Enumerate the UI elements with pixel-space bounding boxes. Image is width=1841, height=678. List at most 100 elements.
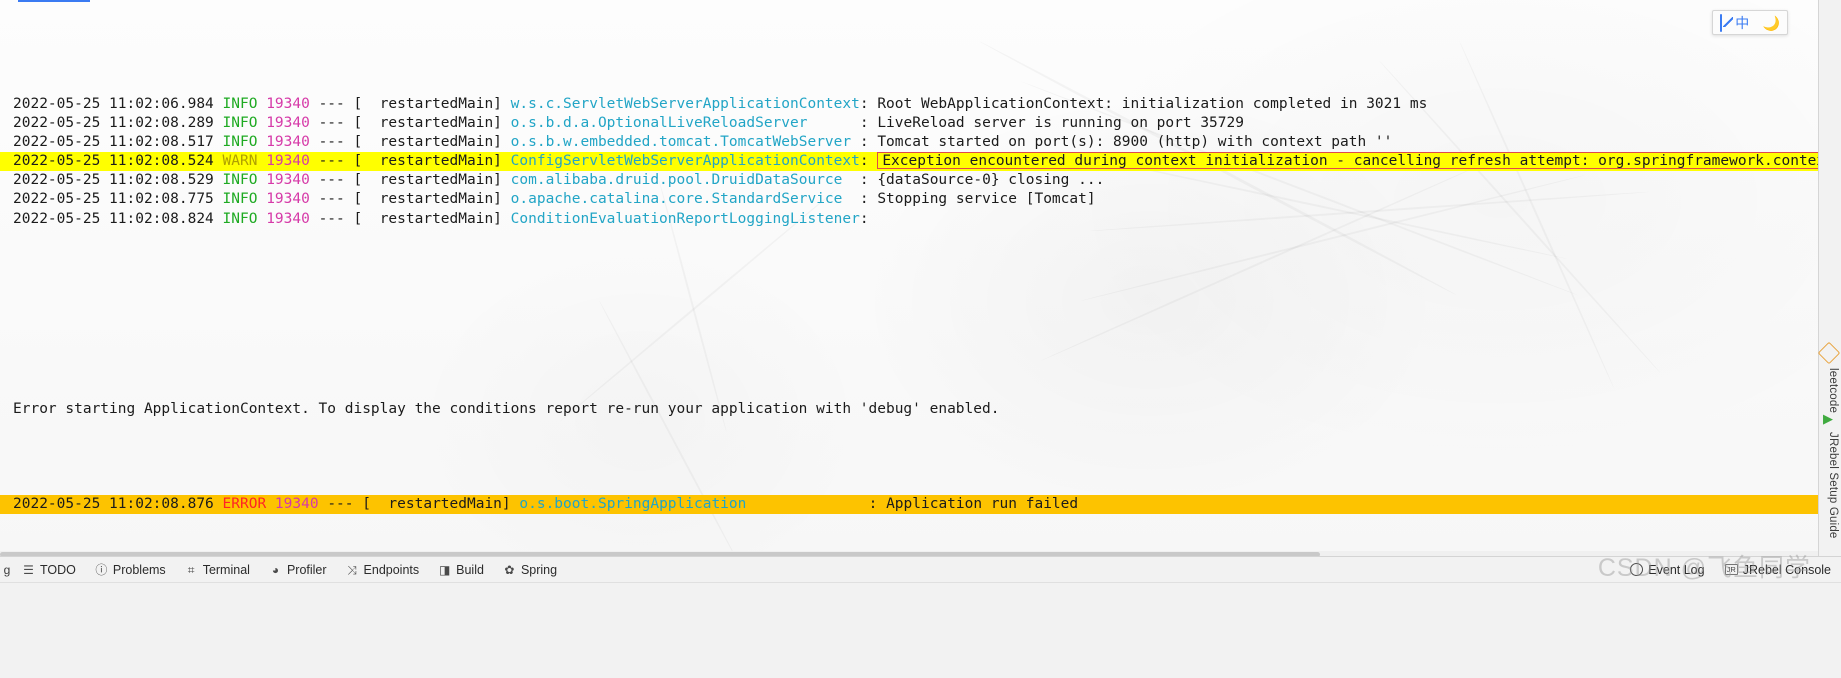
error-sep: --- [ (327, 496, 371, 513)
log-line: 2022-05-25 11:02:08.524 WARN 19340 --- [… (0, 152, 1841, 172)
log-message: {dataSource-0} closing ... (877, 172, 1105, 189)
log-message: Root WebApplicationContext: initializati… (877, 96, 1428, 113)
tool-button-profiler[interactable]: ◕ Profiler (261, 560, 338, 580)
log-separator: --- [ (318, 210, 363, 227)
tool-button-jrebel-console[interactable]: JR JRebel Console (1715, 560, 1841, 580)
console-gutter: + (0, 0, 13, 557)
tool-button-problems[interactable]: ⓘ Problems (87, 560, 177, 580)
log-line: 2022-05-25 11:02:08.824 INFO 19340 --- [… (0, 210, 1841, 229)
log-level: INFO (222, 96, 258, 113)
log-message: LiveReload server is running on port 357… (877, 115, 1244, 132)
tool-button-terminal[interactable]: ⌗ Terminal (177, 560, 261, 580)
list-icon: ☰ (23, 562, 34, 577)
log-timestamp: 2022-05-25 11:02:08.289 (13, 115, 214, 132)
right-tool-jrebel-setup-guide[interactable]: JRebel Setup Guide (1827, 432, 1839, 539)
log-level: WARN (222, 153, 258, 170)
log-level: INFO (222, 134, 258, 151)
error-thread: restartedMain] (370, 496, 511, 513)
left-edge-label: g (3, 562, 11, 577)
log-line: 2022-05-25 11:02:08.775 INFO 19340 --- [… (0, 190, 1841, 209)
log-level: INFO (222, 191, 258, 208)
warning-circle-icon: ⓘ (95, 562, 108, 577)
log-separator: --- [ (318, 115, 363, 132)
jrebel-icon[interactable]: ▶ (1823, 412, 1837, 426)
tool-button-label: JRebel Console (1742, 562, 1831, 577)
tool-button-spring[interactable]: ✿ Spring (495, 560, 568, 580)
tool-button-label: Build (456, 562, 484, 577)
log-timestamp: 2022-05-25 11:02:08.517 (13, 134, 214, 151)
terminal-icon: ⌗ (187, 562, 195, 577)
log-separator: --- [ (318, 134, 363, 151)
event-log-icon (1630, 563, 1644, 576)
log-thread: restartedMain] (362, 115, 502, 132)
ime-floating-widget[interactable]: 中 🌙 (1712, 10, 1788, 35)
tool-button-label: Event Log (1648, 562, 1705, 577)
log-logger: o.s.b.w.embedded.tomcat.TomcatWebServer (510, 134, 860, 151)
log-thread: restartedMain] (362, 191, 502, 208)
active-tab-indicator (18, 0, 90, 2)
log-colon: : (859, 210, 878, 227)
tool-window-button-row[interactable]: g ☰ TODO ⓘ Problems ⌗ Terminal ◕ Profile… (0, 557, 1841, 582)
error-log-line: 2022-05-25 11:02:08.876 ERROR 19340 --- … (0, 495, 1841, 515)
log-level: INFO (222, 210, 258, 227)
log-logger: o.apache.catalina.core.StandardService (510, 191, 860, 208)
jrebel-console-icon: JR (1724, 564, 1738, 575)
log-logger: o.s.b.d.a.OptionalLiveReloadServer (510, 115, 860, 132)
log-lines-group: 2022-05-25 11:02:06.984 INFO 19340 --- [… (0, 95, 1841, 228)
bottom-status-bar[interactable]: g ☰ TODO ⓘ Problems ⌗ Terminal ◕ Profile… (0, 556, 1841, 678)
log-timestamp: 2022-05-25 11:02:08.524 (13, 153, 214, 170)
tool-button-todo[interactable]: ☰ TODO (14, 560, 87, 580)
tool-button-endpoints[interactable]: ⤨ Endpoints (338, 560, 431, 580)
log-timestamp: 2022-05-25 11:02:08.824 (13, 210, 214, 227)
tool-button-label: Problems (112, 562, 166, 577)
endpoints-icon: ⤨ (347, 562, 357, 577)
status-bar-lower-area (0, 582, 1841, 678)
log-message: Tomcat started on port(s): 8900 (http) w… (877, 134, 1393, 151)
tool-button-label: Profiler (286, 562, 327, 577)
error-banner-line: Error starting ApplicationContext. To di… (0, 400, 1841, 419)
tool-button-label: TODO (40, 562, 76, 577)
log-logger: ConditionEvaluationReportLoggingListener (510, 210, 860, 227)
log-thread: restartedMain] (362, 134, 502, 151)
log-logger: w.s.c.ServletWebServerApplicationContext (510, 96, 860, 113)
log-separator: --- [ (318, 153, 363, 170)
error-timestamp: 2022-05-25 11:02:08.876 (13, 496, 214, 513)
log-thread: restartedMain] (362, 172, 502, 189)
tool-button-event-log[interactable]: Event Log (1620, 560, 1714, 580)
log-separator: --- [ (318, 96, 363, 113)
right-tool-leetcode[interactable]: leetcode (1827, 368, 1839, 413)
log-line: 2022-05-25 11:02:06.984 INFO 19340 --- [… (0, 95, 1841, 114)
leetcode-icon[interactable] (1817, 341, 1841, 365)
log-line: 2022-05-25 11:02:08.517 INFO 19340 --- [… (0, 133, 1841, 152)
log-colon: : (859, 115, 878, 132)
error-level: ERROR (222, 496, 267, 513)
error-banner-text: Error starting ApplicationContext. To di… (13, 400, 1000, 417)
log-pid: 19340 (266, 172, 310, 189)
log-colon: : (859, 172, 878, 189)
log-pid: 19340 (266, 191, 310, 208)
language-toggle-icon[interactable]: 中 (1735, 16, 1749, 30)
log-colon: : (859, 153, 878, 170)
log-message: Stopping service [Tomcat] (877, 191, 1096, 208)
log-line: 2022-05-25 11:02:08.529 INFO 19340 --- [… (0, 171, 1841, 190)
error-colon: : (868, 496, 887, 513)
right-tool-strip[interactable]: leetcode ▶ JRebel Setup Guide (1817, 0, 1841, 557)
run-console-output[interactable]: + 2022-05-25 11:02:06.984 INFO 19340 ---… (0, 0, 1841, 557)
profiler-icon: ◕ (271, 562, 280, 577)
error-message: Application run failed (886, 496, 1079, 513)
error-pid: 19340 (274, 496, 319, 513)
log-pid: 19340 (266, 96, 310, 113)
log-timestamp: 2022-05-25 11:02:08.529 (13, 172, 214, 189)
moon-icon[interactable]: 🌙 (1763, 16, 1780, 30)
log-thread: restartedMain] (362, 96, 502, 113)
pen-icon[interactable] (1719, 13, 1722, 32)
log-separator: --- [ (318, 191, 363, 208)
log-thread: restartedMain] (362, 210, 502, 227)
log-separator: --- [ (318, 172, 363, 189)
log-logger: ConfigServletWebServerApplicationContext (510, 153, 860, 170)
log-colon: : (859, 191, 878, 208)
log-colon: : (859, 96, 878, 113)
tool-button-build[interactable]: ◨ Build (430, 560, 495, 580)
tool-button-label: Endpoints (363, 562, 420, 577)
